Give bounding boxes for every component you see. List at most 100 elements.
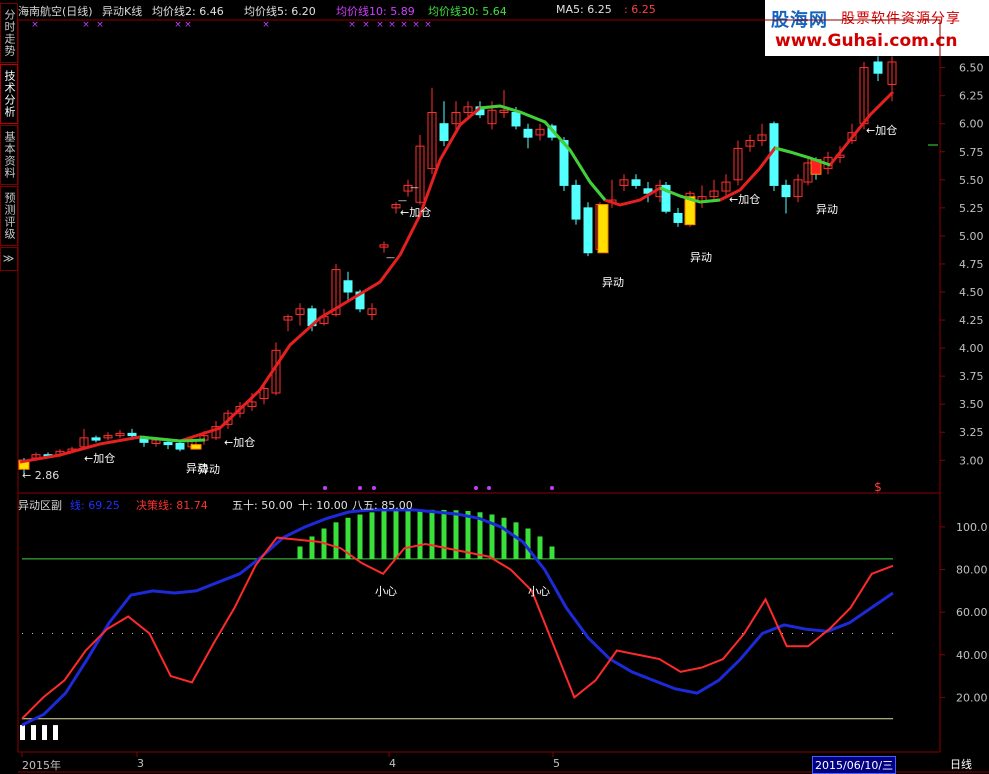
ma-green-segment-1 <box>479 104 607 201</box>
candle-12 <box>163 441 173 446</box>
chart-canvas[interactable]: 6.50 6.25 6.00 5.75 5.50 5.25 5.00 4.75 4.50 4.25… <box>0 0 989 773</box>
time-axis-year: 2015年 <box>22 759 61 772</box>
price-axis-label-5: 5.25 <box>959 202 984 215</box>
histogram-bar-9 <box>393 510 399 559</box>
bottom-marker-0 <box>323 486 327 490</box>
stock-chart-window: 分时走势 技术分析 基本资料 预测评级 ≫ 海南航空(日线) 异动K线 均价线2… <box>0 0 989 774</box>
sub-axis-label-4: 20.00 <box>956 691 988 704</box>
top-marker-1: × <box>82 20 90 30</box>
period-label[interactable]: 日线 <box>950 756 972 772</box>
moving-average-line <box>19 90 895 464</box>
price-axis-label-3: 5.75 <box>959 146 984 159</box>
abnormal-move-label-2: 异动 <box>198 463 220 476</box>
price-axis-label-11: 3.75 <box>959 370 984 383</box>
price-axis-label-8: 4.50 <box>959 286 984 299</box>
candle-27 <box>343 280 353 293</box>
top-marker-9: × <box>388 20 396 30</box>
histogram-bar-19 <box>513 522 519 559</box>
histogram-bar-20 <box>525 528 531 559</box>
candle-51 <box>631 179 641 186</box>
histogram-bar-22 <box>549 546 555 559</box>
top-marker-12: × <box>424 20 432 30</box>
price-axis-label-6: 5.00 <box>959 230 984 243</box>
histogram-bar-4 <box>333 522 339 559</box>
histogram-bar-13 <box>441 509 447 559</box>
bottom-marker-3 <box>474 486 478 490</box>
add-position-label-4: ←加仓 <box>729 192 760 206</box>
top-marker-6: × <box>348 20 356 30</box>
price-axis-label-1: 6.25 <box>959 90 984 103</box>
top-marker-2: × <box>96 20 104 30</box>
add-position-label-2: ←加仓 <box>224 435 255 449</box>
histogram-bar-7 <box>369 512 375 559</box>
careful-label-1: 小心 <box>375 585 397 598</box>
price-axis-label-12: 3.50 <box>959 398 984 411</box>
candle-47 <box>583 207 593 254</box>
price-axis-label-14: 3.00 <box>959 454 984 467</box>
top-marker-0: × <box>31 20 39 30</box>
candle-41 <box>511 111 521 127</box>
bottom-marker-1 <box>358 486 362 490</box>
ma-green-segment-3 <box>774 146 831 167</box>
abnormal-move-label-3: 异动 <box>602 276 624 289</box>
time-axis-month-5: 5 <box>553 757 560 770</box>
time-axis-month-4: 4 <box>389 757 396 770</box>
bottom-marker-4 <box>487 486 491 490</box>
candle-42 <box>523 128 533 138</box>
low-price-label: ← 2.86 <box>22 469 59 482</box>
add-position-label-5: ←加仓 <box>866 123 897 137</box>
signal-candle-1 <box>190 444 202 450</box>
sub-axis-label-1: 80.00 <box>956 564 988 577</box>
decision-red-line <box>21 536 894 720</box>
histogram-bar-6 <box>357 514 363 559</box>
candle-46 <box>571 184 581 220</box>
top-marker-8: × <box>376 20 384 30</box>
histogram-bar-11 <box>417 509 423 559</box>
price-axis-label-13: 3.25 <box>959 426 984 439</box>
sub-axis-label-2: 60.00 <box>956 606 988 619</box>
candle-13 <box>175 442 185 450</box>
careful-label-2: 小心 <box>528 585 550 598</box>
dash-mark-1: — <box>398 196 407 206</box>
price-axis-label-4: 5.50 <box>959 174 984 187</box>
eighty-five-value: 八五: 85.00 <box>352 499 413 512</box>
candle-9 <box>127 432 137 437</box>
low-bar-2 <box>42 725 47 740</box>
top-marker-11: × <box>412 20 420 30</box>
price-axis-label-7: 4.75 <box>959 258 984 271</box>
abnormal-move-label-5: 异动 <box>816 203 838 216</box>
histogram-bar-8 <box>381 510 387 559</box>
time-axis-month-3: 3 <box>137 757 144 770</box>
histogram-bar-10 <box>405 509 411 559</box>
histogram-bar-2 <box>309 536 315 559</box>
top-marker-7: × <box>362 20 370 30</box>
top-marker-5: × <box>262 20 270 30</box>
candlestick-series <box>19 56 897 476</box>
candle-35 <box>439 123 449 142</box>
main-panel-frame <box>17 19 941 494</box>
histogram-bar-21 <box>537 536 543 559</box>
price-axis-label-10: 4.00 <box>959 342 984 355</box>
dollar-marker: $ <box>874 480 882 494</box>
top-marker-3: × <box>174 20 182 30</box>
sub-axis-label-0: 100.0 <box>956 521 988 534</box>
price-axis-label-2: 6.00 <box>959 118 984 131</box>
histogram-bar-14 <box>453 510 459 559</box>
add-position-label-1: ←加仓 <box>84 451 115 465</box>
histogram-bar-12 <box>429 509 435 559</box>
fifty-value: 五十: 50.00 <box>232 499 293 512</box>
current-date-badge: 2015/06/10/三 <box>812 756 897 774</box>
dash-mark-2: — <box>410 183 419 193</box>
signal-candle-2 <box>597 203 609 254</box>
sub-line-value: 线: 69.25 <box>70 499 120 512</box>
sub-indicator-name: 异动区副 <box>18 499 62 512</box>
dash-mark-3: — <box>386 253 395 263</box>
bottom-marker-5 <box>550 486 554 490</box>
add-position-label-3: ←加仓 <box>400 205 431 219</box>
low-bar-1 <box>31 725 36 740</box>
candle-55 <box>673 212 683 223</box>
top-marker-4: × <box>184 20 192 30</box>
low-bar-3 <box>53 725 58 740</box>
candle-64 <box>781 184 791 198</box>
top-marker-10: × <box>400 20 408 30</box>
